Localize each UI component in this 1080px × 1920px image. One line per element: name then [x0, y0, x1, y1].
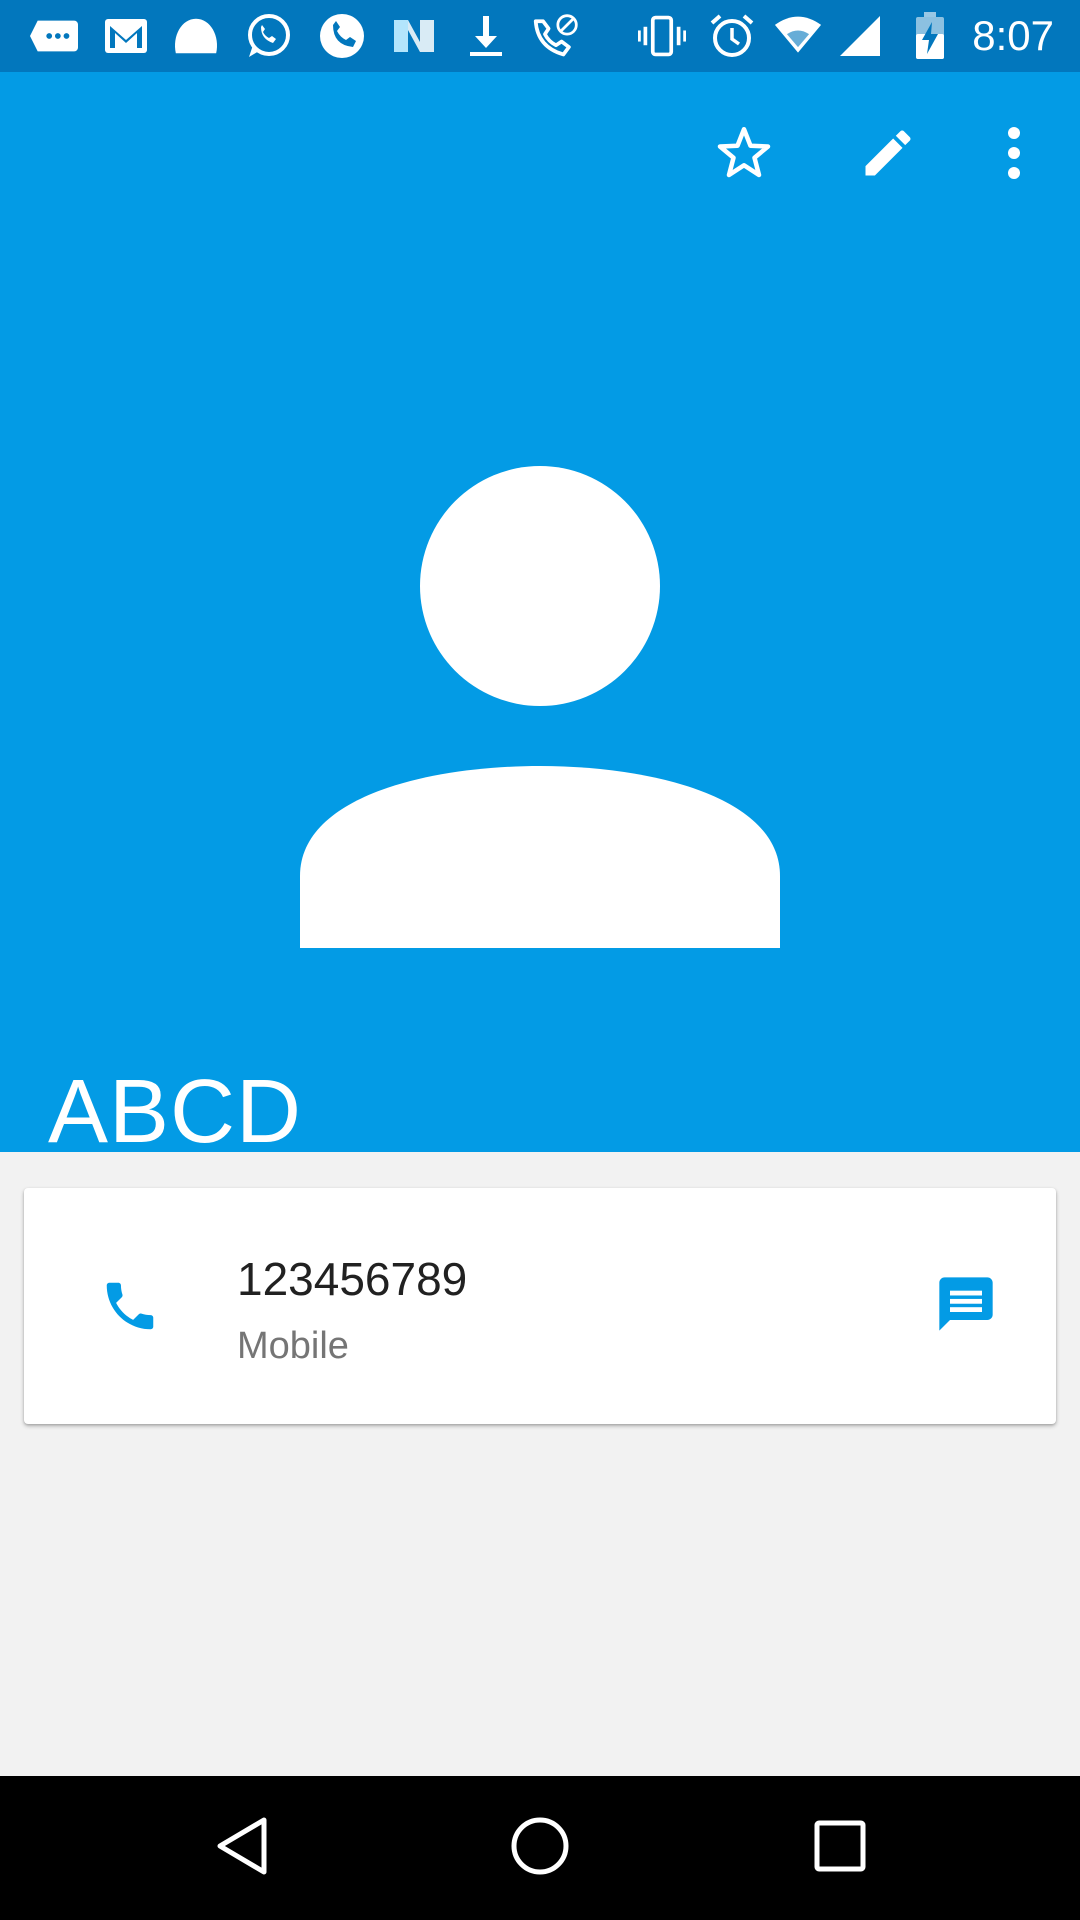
contact-phone-card[interactable]: 123456789 Mobile	[24, 1188, 1056, 1424]
call-icon	[318, 12, 366, 60]
recents-icon	[814, 1820, 866, 1877]
vibrate-icon	[638, 12, 686, 60]
home-button[interactable]	[492, 1800, 588, 1896]
call-blocked-icon	[532, 12, 580, 60]
star-button[interactable]	[704, 115, 784, 195]
back-button[interactable]	[194, 1800, 290, 1896]
whatsapp-icon	[244, 12, 292, 60]
avatar-placeholder	[300, 466, 780, 948]
phone-number[interactable]: 123456789	[237, 1252, 467, 1306]
n-app-icon	[390, 12, 438, 60]
phone-icon[interactable]	[90, 1266, 170, 1346]
alarm-icon	[708, 12, 756, 60]
message-button[interactable]	[924, 1264, 1008, 1348]
recents-button[interactable]	[792, 1800, 888, 1896]
message-icon	[934, 1272, 998, 1341]
edit-icon	[858, 123, 918, 188]
star-icon	[713, 123, 775, 188]
contact-name: ABCD	[48, 1062, 303, 1162]
contact-header: ABCD	[0, 72, 1080, 1162]
download-icon	[462, 12, 510, 60]
home-icon	[510, 1816, 570, 1881]
more-options-button[interactable]	[974, 115, 1054, 195]
wifi-icon	[774, 12, 822, 60]
signal-icon	[836, 12, 884, 60]
battery-charging-icon	[906, 12, 954, 60]
edit-button[interactable]	[848, 115, 928, 195]
gmail-icon	[102, 12, 150, 60]
status-bar: 8:07	[0, 0, 1080, 72]
phone-type-label: Mobile	[237, 1325, 349, 1367]
navigation-bar	[0, 1776, 1080, 1920]
more-vert-icon	[1004, 126, 1024, 184]
hangouts-icon	[172, 12, 220, 60]
back-icon	[214, 1816, 270, 1881]
messages-icon	[30, 12, 78, 60]
clock: 8:07	[972, 12, 1054, 59]
